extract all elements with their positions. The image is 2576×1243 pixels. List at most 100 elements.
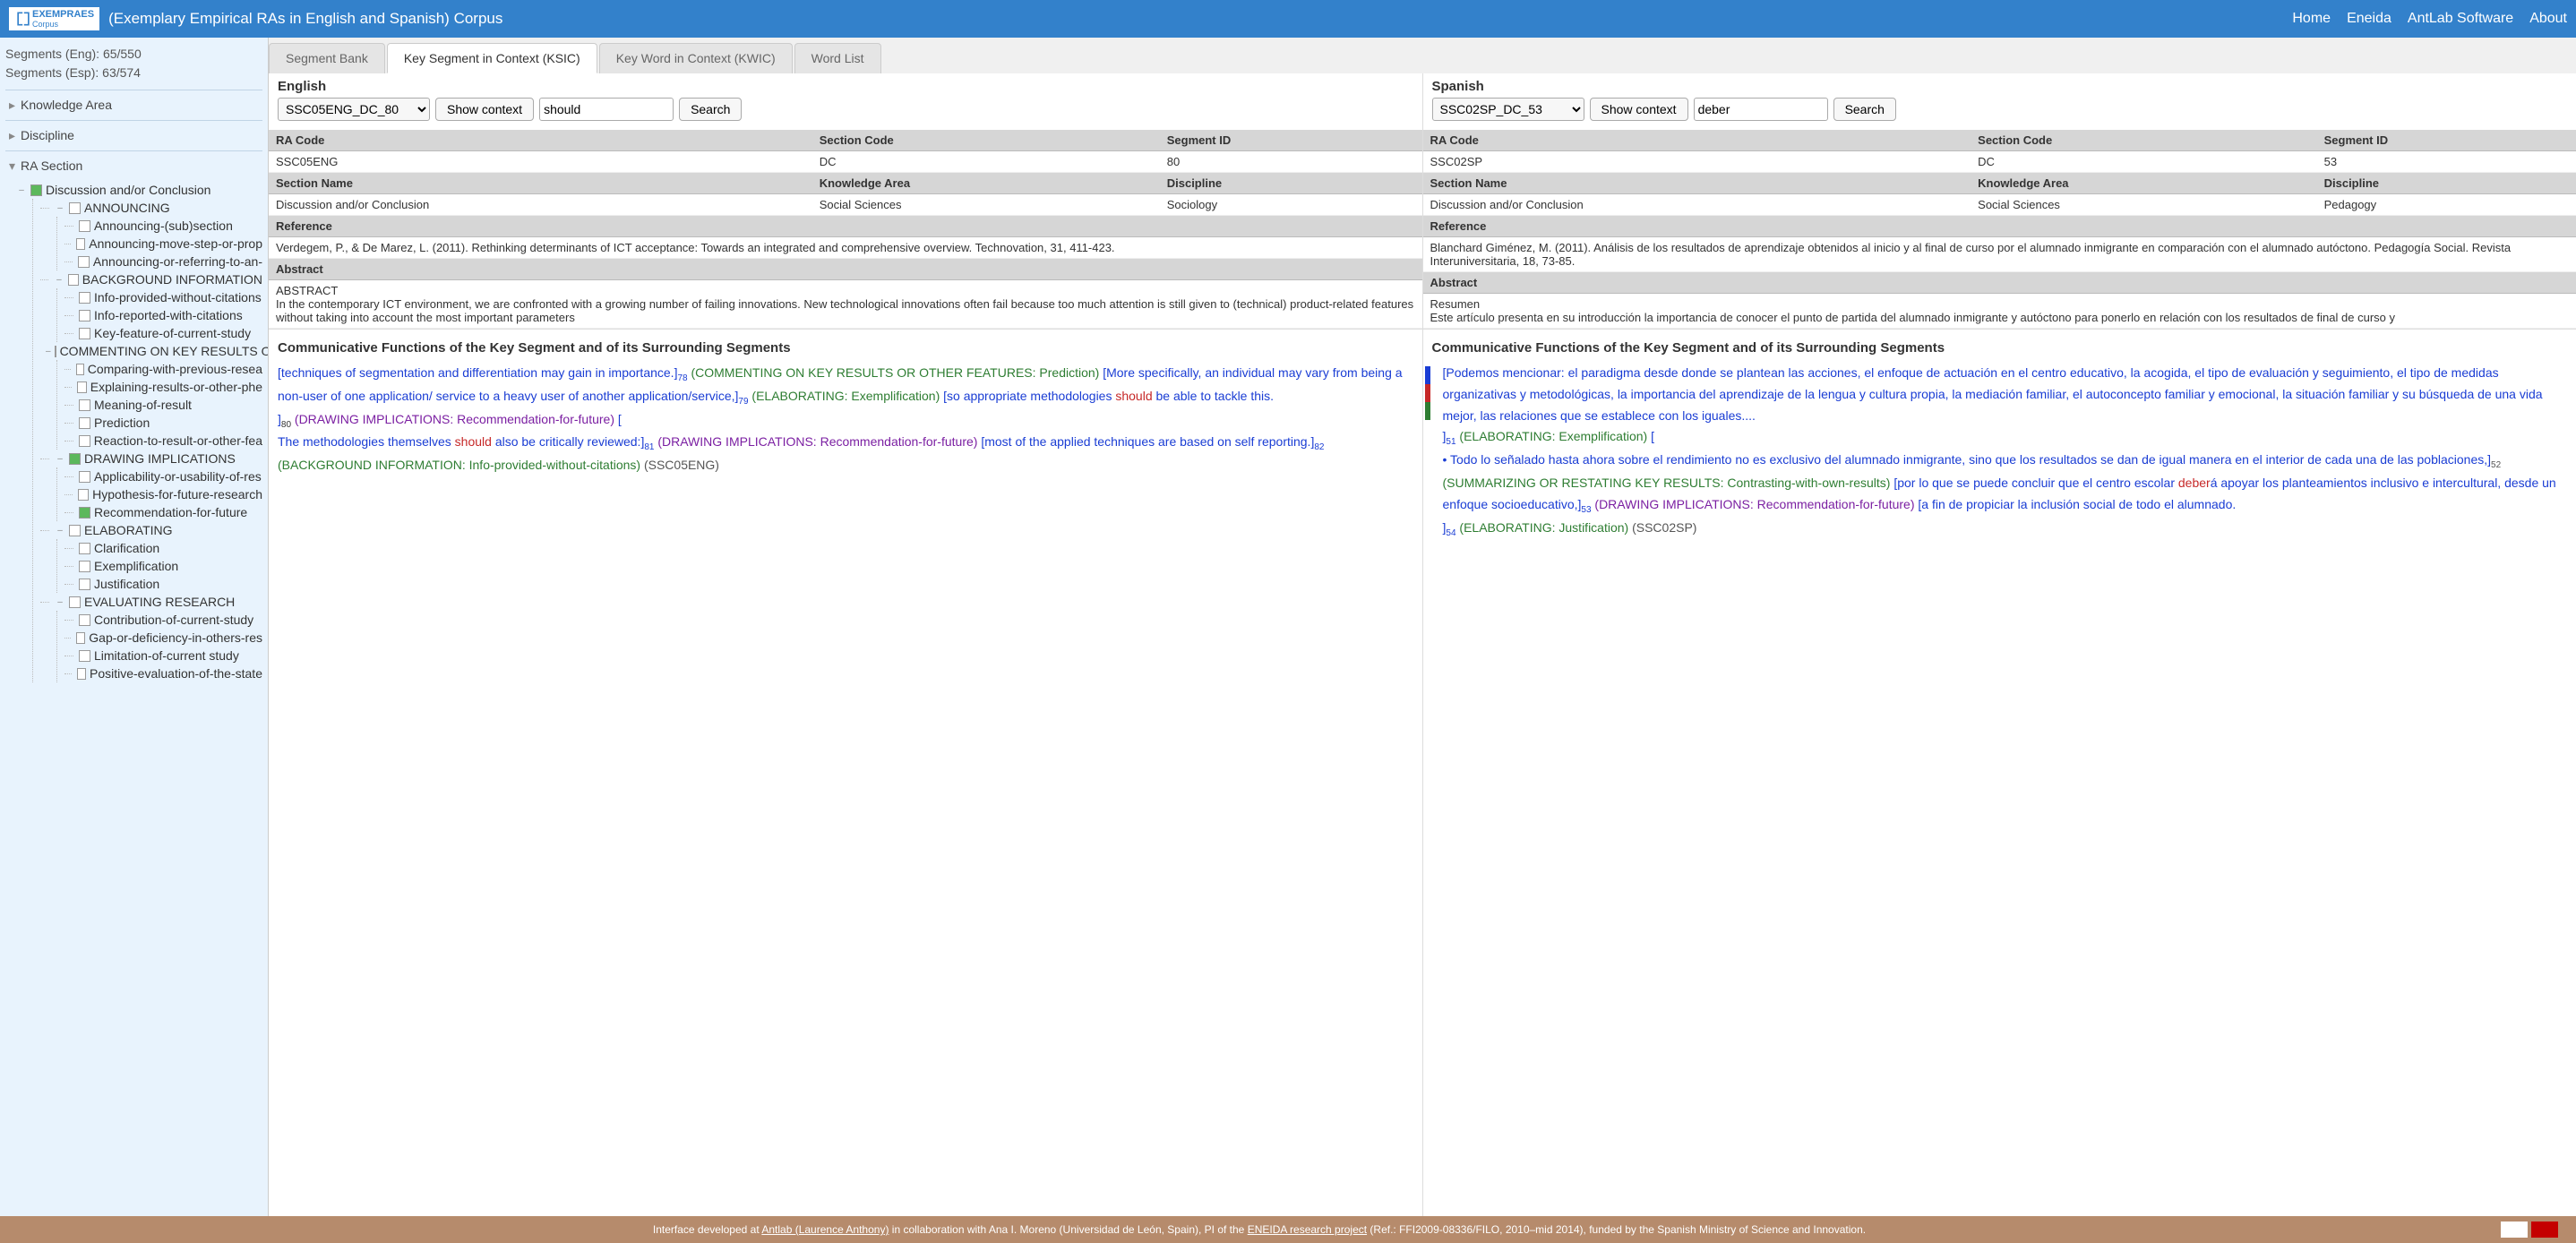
nav-home[interactable]: Home <box>2292 11 2331 27</box>
logo-text: EXEMPRAES <box>32 9 94 20</box>
checkbox[interactable] <box>68 274 79 286</box>
tree-leaf[interactable]: Gap-or-deficiency-in-others-res <box>64 629 262 647</box>
show-context-button[interactable]: Show context <box>435 98 534 121</box>
tree-leaf[interactable]: Comparing-with-previous-resea <box>64 360 262 378</box>
checkbox[interactable] <box>79 650 90 662</box>
panel-lang-title: English <box>278 79 1413 94</box>
meta-table: RA CodeSection CodeSegment ID SSC02SPDC5… <box>1423 130 2576 329</box>
comm-functions-body: [techniques of segmentation and differen… <box>269 363 1422 1216</box>
tree-leaf[interactable]: Applicability-or-usability-of-res <box>64 467 262 485</box>
collapse-icon[interactable]: – <box>55 454 65 464</box>
meta-table: RA CodeSection CodeSegment ID SSC05ENGDC… <box>269 130 1422 329</box>
comm-functions-body: [Podemos mencionar: el paradigma desde d… <box>1423 363 2576 1216</box>
checkbox[interactable] <box>69 525 81 536</box>
footer-link-eneida[interactable]: ENEIDA research project <box>1248 1223 1367 1236</box>
tree-leaf[interactable]: Meaning-of-result <box>64 396 262 414</box>
nav-about[interactable]: About <box>2529 11 2567 27</box>
tree-leaf[interactable]: Reaction-to-result-or-other-fea <box>64 432 262 450</box>
tree-leaf[interactable]: Clarification <box>64 539 262 557</box>
checkbox[interactable] <box>30 184 42 196</box>
checkbox[interactable] <box>79 220 90 232</box>
collapse-icon[interactable]: – <box>55 203 65 213</box>
tree-leaf[interactable]: Positive-evaluation-of-the-state <box>64 664 262 682</box>
footer-link-antlab[interactable]: Antlab (Laurence Anthony) <box>761 1223 889 1236</box>
seg-esp: Segments (Esp): 63/574 <box>5 64 262 82</box>
ra-section-tree: – Discussion and/or Conclusion –ANNOUNCI… <box>16 181 262 682</box>
search-button[interactable]: Search <box>679 98 742 121</box>
tree-group[interactable]: –BACKGROUND INFORMATION <box>40 270 262 288</box>
tree-group[interactable]: –ANNOUNCING <box>40 199 262 217</box>
tab-segment-bank[interactable]: Segment Bank <box>269 43 385 73</box>
collapse-icon[interactable]: – <box>55 526 65 536</box>
tab-ksic[interactable]: Key Segment in Context (KSIC) <box>387 43 597 73</box>
sidebar-knowledge-area[interactable]: Knowledge Area <box>5 90 262 120</box>
tree-leaf[interactable]: Recommendation-for-future <box>64 503 262 521</box>
checkbox[interactable] <box>77 668 86 680</box>
tree-leaf[interactable]: Hypothesis-for-future-research <box>64 485 262 503</box>
checkbox[interactable] <box>79 328 90 339</box>
checkbox[interactable] <box>79 292 90 304</box>
checkbox[interactable] <box>79 561 90 572</box>
tab-word-list[interactable]: Word List <box>794 43 881 73</box>
tree-leaf[interactable]: Exemplification <box>64 557 262 575</box>
checkbox[interactable] <box>79 310 90 321</box>
checkbox[interactable] <box>69 596 81 608</box>
checkbox[interactable] <box>78 256 89 268</box>
checkbox[interactable] <box>55 346 56 357</box>
checkbox[interactable] <box>69 453 81 465</box>
nav-eneida[interactable]: Eneida <box>2347 11 2391 27</box>
tree-leaf[interactable]: Info-provided-without-citations <box>64 288 262 306</box>
tree-leaf[interactable]: Announcing-or-referring-to-an- <box>64 253 262 270</box>
search-button[interactable]: Search <box>1833 98 1896 121</box>
checkbox[interactable] <box>79 543 90 554</box>
tree-leaf[interactable]: Announcing-(sub)section <box>64 217 262 235</box>
tree-group[interactable]: –COMMENTING ON KEY RESULTS O <box>40 342 262 360</box>
code-select[interactable]: SSC02SP_DC_53 <box>1432 98 1584 121</box>
tree-group[interactable]: –DRAWING IMPLICATIONS <box>40 450 262 467</box>
checkbox[interactable] <box>79 614 90 626</box>
sidebar-ra-section[interactable]: RA Section <box>5 150 262 181</box>
checkbox[interactable] <box>77 381 87 393</box>
collapse-icon[interactable]: – <box>16 185 27 195</box>
tree-leaf[interactable]: Contribution-of-current-study <box>64 611 262 629</box>
tree-group[interactable]: –ELABORATING <box>40 521 262 539</box>
show-context-button[interactable]: Show context <box>1590 98 1688 121</box>
logo[interactable]: EXEMPRAES Corpus <box>9 7 99 30</box>
checkbox[interactable] <box>79 417 90 429</box>
checkbox[interactable] <box>79 471 90 483</box>
checkbox[interactable] <box>79 435 90 447</box>
tree-leaf[interactable]: Limitation-of-current study <box>64 647 262 664</box>
tree-root-dc[interactable]: – Discussion and/or Conclusion <box>16 181 262 199</box>
comm-functions-heading: Communicative Functions of the Key Segme… <box>1423 330 2576 363</box>
tree-leaf[interactable]: Explaining-results-or-other-phe <box>64 378 262 396</box>
code-select[interactable]: SSC05ENG_DC_80 <box>278 98 430 121</box>
seg-eng: Segments (Eng): 65/550 <box>5 45 262 64</box>
collapse-icon[interactable]: – <box>54 275 64 285</box>
tree-leaf[interactable]: Prediction <box>64 414 262 432</box>
tree-leaf[interactable]: Info-reported-with-citations <box>64 306 262 324</box>
tree-leaf[interactable]: Justification <box>64 575 262 593</box>
tree-leaf[interactable]: Key-feature-of-current-study <box>64 324 262 342</box>
checkbox[interactable] <box>79 399 90 411</box>
checkbox[interactable] <box>69 202 81 214</box>
checkbox[interactable] <box>76 238 85 250</box>
collapse-icon[interactable]: – <box>55 597 65 607</box>
logo-sub: Corpus <box>32 20 94 29</box>
checkbox[interactable] <box>79 507 90 519</box>
nav-antlab[interactable]: AntLab Software <box>2408 11 2513 27</box>
collapse-icon[interactable]: – <box>46 347 51 356</box>
tree-group[interactable]: –EVALUATING RESEARCH <box>40 593 262 611</box>
sidebar: Segments (Eng): 65/550 Segments (Esp): 6… <box>0 38 269 1216</box>
tab-kwic[interactable]: Key Word in Context (KWIC) <box>599 43 793 73</box>
tree-leaf[interactable]: Announcing-move-step-or-prop <box>64 235 262 253</box>
panel-lang-title: Spanish <box>1432 79 2568 94</box>
checkbox[interactable] <box>76 632 85 644</box>
checkbox[interactable] <box>76 364 84 375</box>
checkbox[interactable] <box>78 489 89 501</box>
page-title: (Exemplary Empirical RAs in English and … <box>108 10 2292 28</box>
sidebar-discipline[interactable]: Discipline <box>5 120 262 150</box>
search-input[interactable] <box>1694 98 1828 121</box>
checkbox[interactable] <box>79 579 90 590</box>
search-input[interactable] <box>539 98 674 121</box>
book-icon <box>14 10 32 28</box>
